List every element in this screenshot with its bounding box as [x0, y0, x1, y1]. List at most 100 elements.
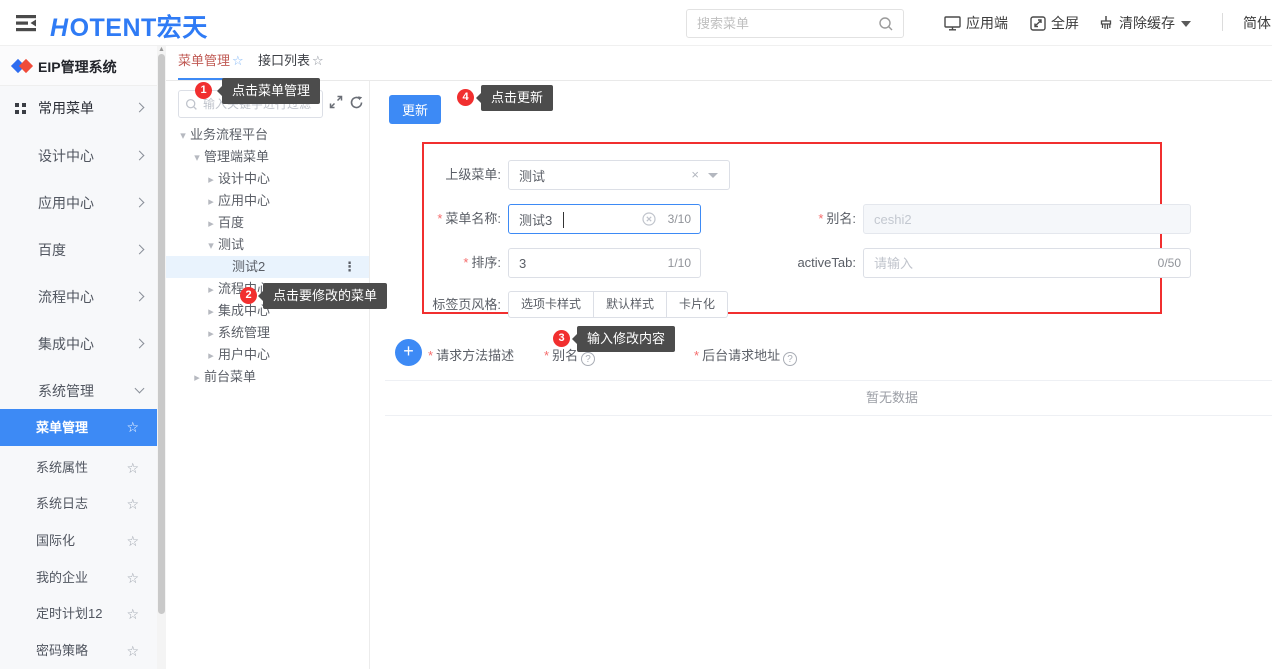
menu-name-input-wrap: 3/10 — [508, 204, 701, 234]
tree-arrow-icon[interactable]: ▸ — [204, 213, 218, 235]
tree-node-design-center[interactable]: ▸ 设计中心 — [166, 168, 369, 190]
tree-node-front-menu[interactable]: ▸ 前台菜单 — [166, 366, 369, 388]
tooltip-arrow-icon — [258, 291, 263, 301]
tree-node-baidu[interactable]: ▸ 百度 — [166, 212, 369, 234]
tree-arrow-icon[interactable]: ▸ — [204, 279, 218, 301]
add-method-button[interactable]: + — [395, 339, 422, 366]
star-icon[interactable]: ☆ — [126, 523, 139, 559]
sidebar-item-i18n[interactable]: 国际化 ☆ — [0, 523, 157, 559]
main-panel: 更新 上级菜单: × *菜单名称: 3/10 *别名: *排序: 1/10 — [371, 81, 1272, 669]
tabstyle-option-card-tab[interactable]: 选项卡样式 — [508, 291, 595, 318]
tree-arrow-icon[interactable]: ▾ — [176, 125, 190, 147]
fullscreen-button[interactable]: 全屏 — [1030, 13, 1079, 33]
sidebar-item-baidu[interactable]: 百度 — [0, 232, 157, 268]
sidebar-item-my-company[interactable]: 我的企业 ☆ — [0, 560, 157, 596]
sidebar-item-common-menu[interactable]: 常用菜单 — [0, 90, 157, 126]
parent-menu-value[interactable] — [519, 161, 679, 189]
star-icon[interactable]: ☆ — [126, 596, 139, 632]
tree-node-admin-menu[interactable]: ▾ 管理端菜单 — [166, 146, 369, 168]
tree-node-user-center[interactable]: ▸ 用户中心 — [166, 344, 369, 366]
language-switch[interactable]: 简体中文 — [1243, 13, 1272, 33]
sidebar-item-design-center[interactable]: 设计中心 — [0, 138, 157, 174]
scroll-up-icon[interactable]: ▲ — [158, 46, 165, 53]
char-counter: 3/10 — [667, 212, 691, 226]
sidebar-header: EIP管理系统 — [0, 46, 157, 86]
star-icon[interactable]: ☆ — [126, 450, 139, 486]
sidebar-item-integration-center[interactable]: 集成中心 — [0, 326, 157, 362]
collapse-sidebar-icon[interactable] — [14, 11, 40, 35]
sidebar-item-system-props[interactable]: 系统属性 ☆ — [0, 450, 157, 486]
parent-menu-select[interactable]: × — [508, 160, 730, 190]
tree-node-label: 系统管理 — [218, 325, 271, 340]
select-caret-icon — [708, 173, 718, 178]
tree-node-platform[interactable]: ▾ 业务流程平台 — [166, 124, 369, 146]
tree-arrow-icon[interactable]: ▸ — [190, 367, 204, 389]
activetab-label: activeTab: — [797, 255, 856, 270]
tree-node-test[interactable]: ▾ 测试 — [166, 234, 369, 256]
tree-arrow-icon[interactable]: ▸ — [204, 169, 218, 191]
chevron-right-icon — [134, 244, 145, 255]
logo-h: H — [50, 14, 69, 42]
alias-input[interactable] — [874, 205, 1140, 233]
chevron-right-icon — [134, 102, 145, 113]
tree-node-label: 应用中心 — [218, 193, 271, 208]
tree-arrow-icon[interactable]: ▸ — [204, 345, 218, 367]
sort-input[interactable] — [519, 249, 650, 277]
scrollbar-thumb[interactable] — [158, 54, 165, 614]
annotation-tooltip-3: 输入修改内容 — [572, 326, 676, 352]
tree-node-app-center[interactable]: ▸ 应用中心 — [166, 190, 369, 212]
app-client-button[interactable]: 应用端 — [944, 13, 1008, 33]
activetab-input[interactable] — [874, 249, 1140, 277]
tree-node-label: 管理端菜单 — [204, 149, 270, 164]
star-icon[interactable]: ☆ — [126, 633, 139, 669]
search-icon — [878, 16, 894, 37]
star-icon[interactable]: ☆ — [126, 486, 139, 522]
sidebar-item-system-log[interactable]: 系统日志 ☆ — [0, 486, 157, 522]
sidebar-item-scheduler[interactable]: 定时计划12 ☆ — [0, 596, 157, 632]
sort-input-wrap: 1/10 — [508, 248, 701, 278]
annotation-tooltip-1: 点击菜单管理 — [217, 78, 321, 104]
annotation-tooltip-4: 点击更新 — [476, 85, 554, 111]
header-search-input[interactable] — [697, 10, 872, 37]
sidebar-title: EIP管理系统 — [38, 59, 117, 75]
tab-menu-manage[interactable]: 菜单管理 ☆ — [178, 46, 244, 80]
star-icon[interactable]: ☆ — [126, 560, 139, 596]
sidebar-item-menu-manage[interactable]: 菜单管理 ☆ — [0, 409, 157, 446]
tree-node-label: 设计中心 — [218, 171, 271, 186]
expand-tree-icon[interactable] — [329, 95, 343, 114]
update-button[interactable]: 更新 — [389, 95, 441, 124]
tree-arrow-icon[interactable]: ▸ — [204, 323, 218, 345]
tree-arrow-icon[interactable]: ▸ — [204, 301, 218, 323]
tabstyle-option-cardized[interactable]: 卡片化 — [667, 291, 729, 318]
sidebar-item-password-policy[interactable]: 密码策略 ☆ — [0, 633, 157, 669]
tree-arrow-icon[interactable]: ▸ — [204, 191, 218, 213]
clear-cache-button[interactable]: 清除缓存 — [1098, 13, 1191, 33]
sidebar-item-process-center[interactable]: 流程中心 — [0, 279, 157, 315]
annotation-badge-4: 4 — [457, 89, 474, 106]
question-icon[interactable]: ? — [581, 352, 596, 366]
tree-arrow-icon[interactable]: ▾ — [190, 147, 204, 169]
chevron-right-icon — [134, 150, 145, 161]
menu-name-input[interactable] — [519, 205, 650, 233]
sidebar-item-label: 常用菜单 — [38, 100, 94, 116]
sidebar-item-system-manage[interactable]: 系统管理 — [0, 373, 157, 409]
star-icon[interactable]: ☆ — [126, 409, 139, 446]
refresh-icon[interactable] — [349, 95, 364, 115]
header-divider — [1222, 13, 1223, 31]
tree-arrow-icon[interactable]: ▾ — [204, 235, 218, 257]
tree-node-test2[interactable]: 测试2 ⋮ — [166, 256, 369, 278]
question-icon[interactable]: ? — [783, 352, 798, 366]
sidebar-scrollbar[interactable]: ▲ — [157, 46, 166, 669]
annotation-badge-3: 3 — [553, 330, 570, 347]
plus-icon: + — [403, 341, 414, 361]
more-actions-icon[interactable]: ⋮ — [343, 256, 357, 278]
fullscreen-icon — [1030, 16, 1046, 31]
sidebar-item-app-center[interactable]: 应用中心 — [0, 185, 157, 221]
tree-node-system-manage[interactable]: ▸ 系统管理 — [166, 322, 369, 344]
tab-label: 菜单管理 — [178, 53, 231, 68]
tabstyle-option-default[interactable]: 默认样式 — [594, 291, 668, 318]
clear-icon[interactable]: × — [691, 161, 699, 189]
tabstyle-label: 标签页风格: — [432, 297, 501, 312]
tab-api-list[interactable]: 接口列表 ☆ — [258, 46, 324, 80]
clear-circle-icon[interactable] — [642, 212, 656, 231]
